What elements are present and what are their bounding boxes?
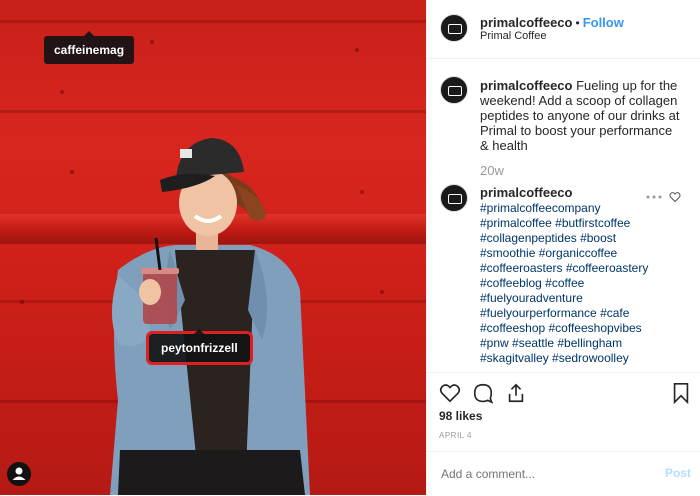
hashtag-line[interactable]: #fuelyourperformance #cafe — [480, 306, 680, 321]
comment-input[interactable] — [439, 466, 643, 482]
bookmark-icon[interactable] — [670, 382, 692, 404]
user-tag-peytonfrizzell[interactable]: peytonfrizzell — [146, 329, 253, 365]
likes-count[interactable]: 98 likes — [439, 409, 482, 423]
post-header: primalcoffeeco • Follow Primal Coffee — [427, 0, 700, 59]
location-link[interactable]: Primal Coffee — [480, 30, 546, 42]
comment: primalcoffeeco #primalcoffeecompany #pri… — [480, 185, 680, 375]
hashtag-line[interactable]: #skagitvalley #sedrowoolley — [480, 351, 680, 366]
avatar[interactable] — [440, 14, 468, 42]
comment-avatar[interactable] — [440, 184, 468, 212]
caption-avatar[interactable] — [440, 76, 468, 104]
hashtag-line[interactable]: #coffeeroasters #coffeeroastery — [480, 261, 680, 276]
post-photo[interactable]: caffeinemag peytonfrizzell — [0, 0, 426, 495]
user-tag-caffeinemag[interactable]: caffeinemag — [44, 31, 135, 64]
header-username[interactable]: primalcoffeeco — [480, 15, 572, 30]
hashtag-line[interactable]: #primalcoffee #butfirstcoffee — [480, 216, 680, 231]
hashtag-line[interactable]: #fuelyouradventure — [480, 291, 680, 306]
comment-bubble-icon[interactable] — [472, 382, 494, 404]
hashtag-line[interactable]: #coffeeshop #coffeeshopvibes — [480, 321, 680, 336]
hashtag-line[interactable]: #pnw #seattle #bellingham — [480, 336, 680, 351]
person-icon — [12, 467, 26, 480]
hashtag-line[interactable]: #collagenpeptides #boost — [480, 231, 680, 246]
caption-time: 20w — [480, 163, 504, 178]
caption-username[interactable]: primalcoffeeco — [480, 78, 572, 93]
hashtag-line[interactable]: #primalcoffeecompany — [480, 201, 680, 216]
follow-button[interactable]: Follow — [583, 15, 624, 30]
post-sidebar: primalcoffeeco • Follow Primal Coffee prim… — [426, 0, 700, 495]
post-button[interactable]: Post — [665, 466, 691, 480]
hashtag-line[interactable]: #coffeeblog #coffee — [480, 276, 680, 291]
person-illustration — [110, 138, 310, 495]
action-bar — [427, 372, 700, 407]
post-date: APRIL 4 — [439, 431, 472, 440]
caption: primalcoffeeco Fueling up for the weeken… — [480, 78, 680, 153]
like-heart-icon[interactable] — [439, 382, 461, 404]
share-icon[interactable] — [505, 382, 527, 404]
hashtag-line[interactable]: #smoothie #organiccoffee — [480, 246, 680, 261]
more-options-icon[interactable] — [645, 192, 663, 202]
comment-like-icon[interactable] — [669, 191, 681, 203]
separator-dot: • — [575, 16, 580, 30]
tagged-users-button[interactable] — [7, 462, 31, 486]
